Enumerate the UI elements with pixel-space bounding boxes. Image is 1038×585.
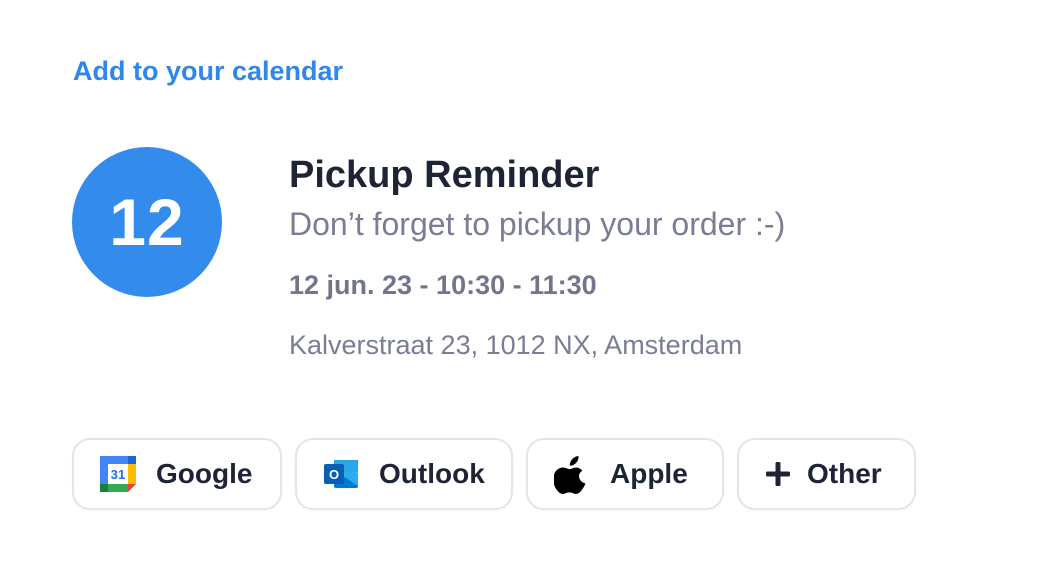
- event-title: Pickup Reminder: [289, 154, 600, 196]
- outlook-icon: O: [321, 454, 361, 494]
- apple-icon: [552, 454, 592, 494]
- outlook-label: Outlook: [379, 458, 485, 489]
- add-to-calendar-link[interactable]: Add to your calendar: [73, 54, 343, 88]
- date-badge: 12: [72, 147, 222, 297]
- event-details: Pickup Reminder Don’t forget to pickup y…: [289, 152, 785, 362]
- other-calendar-button[interactable]: Other: [737, 438, 916, 510]
- apple-label: Apple: [610, 458, 688, 489]
- apple-calendar-button[interactable]: Apple: [526, 438, 724, 510]
- event-description: Don’t forget to pickup your order :-): [289, 206, 786, 242]
- event-location: Kalverstraat 23, 1012 NX, Amsterdam: [289, 330, 743, 360]
- other-label: Other: [807, 458, 882, 489]
- plus-icon: [763, 454, 793, 494]
- calendar-options: 31 Google O Outlook Apple Other: [72, 438, 916, 510]
- outlook-icon-text: O: [329, 467, 339, 482]
- google-calendar-icon-text: 31: [111, 467, 125, 482]
- event-datetime: 12 jun. 23 - 10:30 - 11:30: [289, 270, 597, 300]
- google-label: Google: [156, 458, 253, 489]
- outlook-button[interactable]: O Outlook: [295, 438, 513, 510]
- google-calendar-button[interactable]: 31 Google: [72, 438, 282, 510]
- date-badge-day: 12: [109, 185, 185, 259]
- google-calendar-icon: 31: [98, 454, 138, 494]
- calendar-card: Add to your calendar 12 Pickup Reminder …: [0, 0, 1038, 585]
